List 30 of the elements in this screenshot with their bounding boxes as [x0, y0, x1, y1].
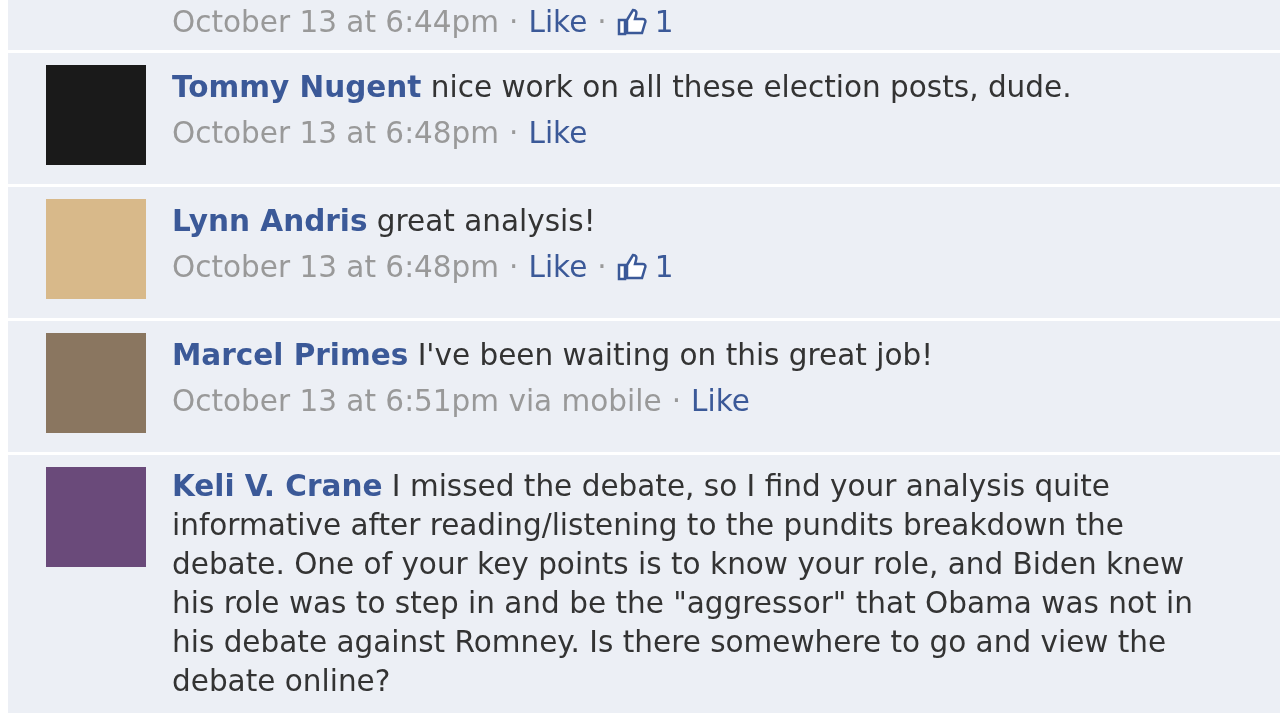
- like-link[interactable]: Like: [528, 2, 588, 42]
- comment-time: October 13 at 6:51pm via mobile: [172, 383, 662, 420]
- like-count[interactable]: 1: [616, 2, 674, 42]
- separator-dot: ·: [509, 4, 519, 41]
- avatar-photo[interactable]: [46, 333, 146, 433]
- author-link[interactable]: Tommy Nugent: [172, 70, 422, 104]
- avatar-photo[interactable]: [46, 467, 146, 567]
- comment-text: Lynn Andris great analysis!: [172, 203, 597, 240]
- like-link[interactable]: Like: [528, 113, 588, 153]
- comment-text: Marcel Primes I've been waiting on this great job!: [172, 337, 935, 374]
- avatar-photo[interactable]: [46, 199, 146, 299]
- separator-dot: ·: [597, 4, 607, 41]
- thumbs-up-icon: [616, 8, 647, 36]
- separator-dot: ·: [509, 249, 519, 286]
- avatar-photo[interactable]: [46, 65, 146, 165]
- separator-dot: ·: [597, 249, 607, 286]
- comment-time: October 13 at 6:48pm: [172, 249, 500, 286]
- separator-dot: ·: [509, 115, 519, 152]
- comment-time: October 13 at 6:44pm: [172, 4, 500, 41]
- author-link[interactable]: Marcel Primes: [172, 338, 409, 372]
- comment-text: Keli V. Crane I missed the debate, so I find your analysis quite informative after reading/listening to the pundits breakdown the debate. One of your key points is to know your role, and Biden knew his role was to step in and be the "aggressor" that Obama was not in his debate against Romney. Is there somewhere to go and view the debate online?: [172, 468, 1194, 700]
- comment-text: Tommy Nugent nice work on all these election posts, dude.: [172, 69, 1073, 106]
- comment-time: October 13 at 6:48pm: [172, 115, 500, 152]
- like-count[interactable]: 1: [616, 247, 674, 287]
- author-link[interactable]: Keli V. Crane: [172, 469, 383, 503]
- like-link[interactable]: Like: [528, 247, 588, 287]
- author-link[interactable]: Lynn Andris: [172, 204, 368, 238]
- like-link[interactable]: Like: [691, 381, 750, 421]
- separator-dot: ·: [671, 383, 681, 420]
- thumbs-up-icon: [616, 253, 647, 281]
